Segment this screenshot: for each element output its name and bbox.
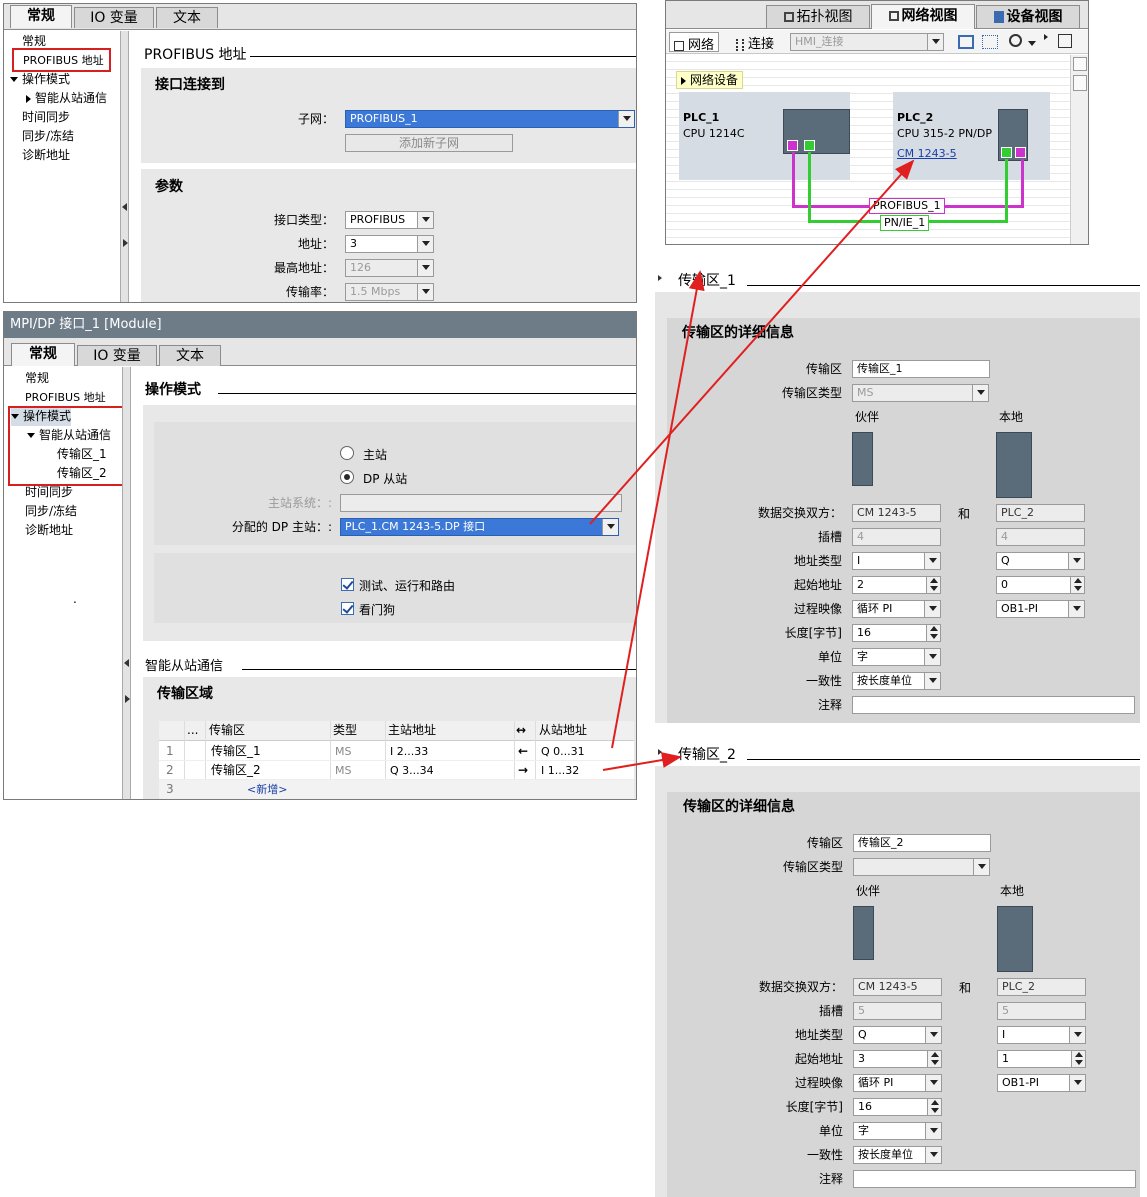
arrow-ta2-row-to-panel xyxy=(602,752,682,771)
arrow-ta1-row-to-panel xyxy=(611,270,705,749)
annotation-arrows xyxy=(589,159,915,771)
arrow-master-to-cm xyxy=(589,159,915,525)
